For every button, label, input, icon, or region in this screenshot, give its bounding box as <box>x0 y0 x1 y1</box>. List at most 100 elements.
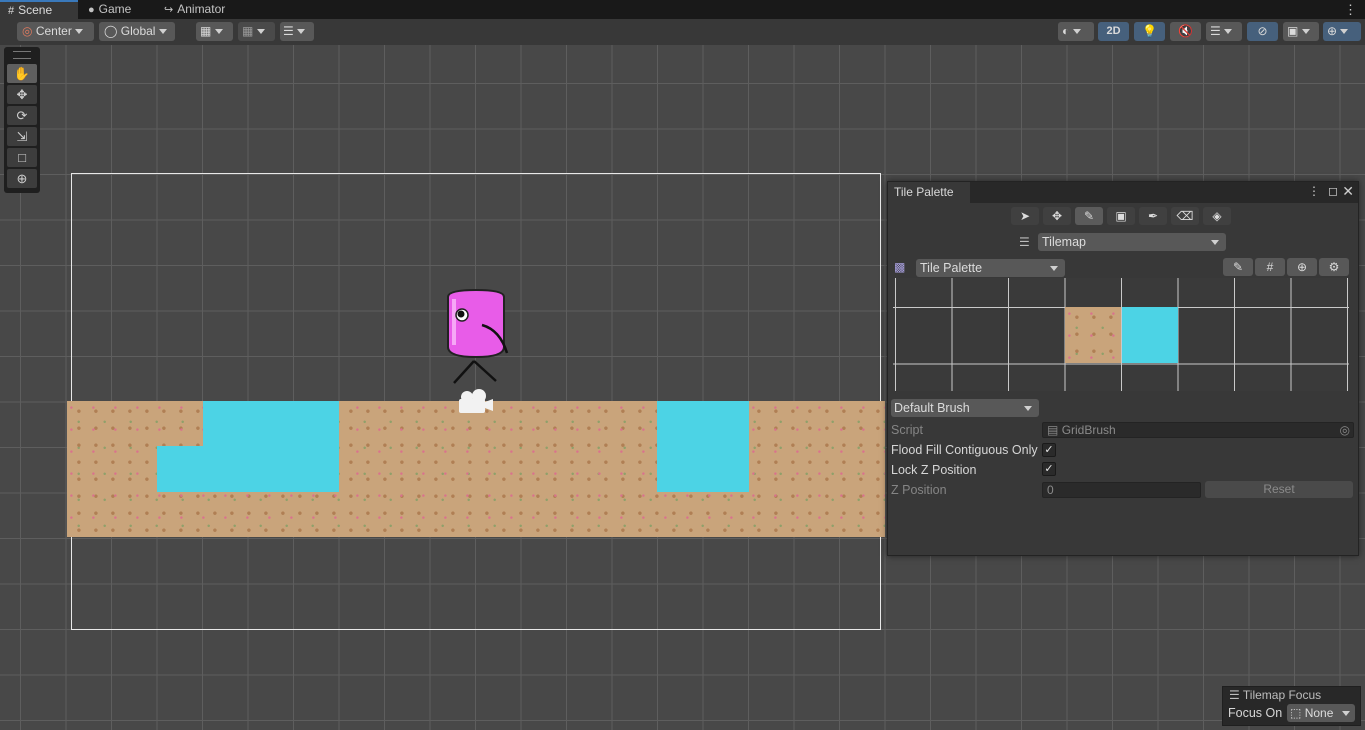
rotate-icon: ⟳ <box>16 108 28 123</box>
pivot-label: Center <box>35 24 72 38</box>
water-tile <box>203 401 339 447</box>
transform-icon: ⊕ <box>16 171 28 186</box>
tilemap-focus-overlay: ☰ Tilemap Focus Focus On ⬚ None <box>1222 686 1361 726</box>
move-tool-button[interactable]: ✥ <box>7 85 37 104</box>
hand-icon: ✋ <box>13 66 31 81</box>
brush-icon: ✎ <box>1083 209 1095 223</box>
lock-z-checkbox[interactable]: ✓ <box>1042 462 1056 476</box>
tab-scene[interactable]: # Scene <box>0 0 78 19</box>
grid-snap-button[interactable]: ▦ <box>196 22 233 41</box>
palette-grid[interactable] <box>893 278 1349 391</box>
effects-dropdown[interactable]: ☰ <box>1206 22 1242 41</box>
rotate-tool-button[interactable]: ⟳ <box>7 106 37 125</box>
layers-icon: ☰ <box>1210 24 1221 38</box>
z-position-label: Z Position <box>891 483 947 497</box>
tab-scene-label: Scene <box>18 3 53 17</box>
grid-icon: # <box>1266 260 1274 274</box>
palette-settings-button[interactable]: ⚙ <box>1319 258 1349 276</box>
edit-palette-button[interactable]: ✎ <box>1223 258 1253 276</box>
tab-game[interactable]: ● Game <box>80 0 158 19</box>
mode-2d-button[interactable]: 2D <box>1098 22 1129 41</box>
drag-handle-icon: ☰ <box>1229 688 1240 702</box>
maximize-icon[interactable]: ◻ <box>1328 184 1338 198</box>
object-picker-icon[interactable]: ◎ <box>1340 423 1350 437</box>
eraser-icon: ⌫ <box>1176 209 1194 223</box>
sphere-icon: ◐ <box>1062 24 1070 38</box>
increment-snap-icon: ▦ <box>242 24 254 38</box>
mode-2d-label: 2D <box>1106 25 1121 37</box>
active-tilemap-label: Tilemap <box>1042 235 1086 249</box>
lock-z-label: Lock Z Position <box>891 463 977 477</box>
gizmos-dropdown[interactable]: ⊕ <box>1323 22 1361 41</box>
flood-fill-checkbox[interactable]: ✓ <box>1042 443 1056 457</box>
space-label: Global <box>120 24 156 38</box>
toggle-gizmos-button[interactable]: ⊕ <box>1287 258 1317 276</box>
z-position-field[interactable]: 0 <box>1042 482 1201 498</box>
hidden-eye-icon: ⊘ <box>1257 24 1268 38</box>
tools-overlay: ✋ ✥ ⟳ ⇲ □ ⊕ <box>4 47 40 193</box>
shading-mode-button[interactable]: ◐ <box>1058 22 1094 41</box>
more-options-icon[interactable]: ⋮ <box>1308 184 1320 198</box>
tile-palette-title: Tile Palette <box>894 185 954 199</box>
gear-icon: ⚙ <box>1328 260 1340 274</box>
scale-tool-button[interactable]: ⇲ <box>7 127 37 146</box>
eraser-tool-button[interactable]: ⌫ <box>1171 207 1199 225</box>
script-label: Script <box>891 423 923 437</box>
brush-label: Default Brush <box>894 401 970 415</box>
tile-palette-tabbar: Tile Palette ⋮ ◻ ✕ <box>888 182 1358 203</box>
gamepad-icon: ● <box>88 4 95 16</box>
move-tool-button[interactable]: ✥ <box>1043 207 1071 225</box>
focus-on-label: Focus On <box>1228 706 1283 720</box>
reset-label: Reset <box>1263 482 1295 496</box>
active-tilemap-dropdown[interactable]: Tilemap <box>1038 233 1226 251</box>
grid-icon: # <box>8 5 15 17</box>
move-icon: ✥ <box>16 87 28 102</box>
transform-tool-button[interactable]: ⊕ <box>7 169 37 188</box>
toggle-grid-button[interactable]: # <box>1255 258 1285 276</box>
audio-toggle[interactable]: 🔇 <box>1170 22 1201 41</box>
move-icon: ✥ <box>1051 209 1063 223</box>
lighting-toggle[interactable]: 💡 <box>1134 22 1165 41</box>
close-icon[interactable]: ✕ <box>1342 183 1354 200</box>
camera-gizmo-icon[interactable] <box>455 387 495 415</box>
tilemap-focus-header[interactable]: ☰ Tilemap Focus <box>1229 688 1321 702</box>
tab-animator-label: Animator <box>177 2 226 16</box>
layers-icon: ☰ <box>1019 235 1030 249</box>
script-field[interactable]: ▤ GridBrush ◎ <box>1042 422 1354 438</box>
camera-icon: ▣ <box>1287 24 1299 38</box>
space-dropdown[interactable]: ◯ Global <box>99 22 175 41</box>
more-options-icon[interactable]: ⋮ <box>1344 2 1357 18</box>
water-tile <box>157 446 339 492</box>
tab-animator[interactable]: ↪ Animator <box>156 0 246 19</box>
increment-snap-button[interactable]: ▦ <box>238 22 275 41</box>
animator-icon: ↪ <box>164 4 174 16</box>
camera-dropdown[interactable]: ▣ <box>1283 22 1319 41</box>
player-character[interactable] <box>440 285 520 390</box>
brush-dropdown[interactable]: Default Brush <box>891 399 1039 417</box>
drag-handle-icon[interactable] <box>13 51 31 59</box>
sand-tile[interactable] <box>1065 307 1121 363</box>
paint-tool-button[interactable]: ✎ <box>1075 207 1103 225</box>
picker-tool-button[interactable]: ✒ <box>1139 207 1167 225</box>
water-tile <box>657 401 749 492</box>
box-fill-tool-button[interactable]: ▣ <box>1107 207 1135 225</box>
palette-dropdown[interactable]: Tile Palette <box>916 259 1065 277</box>
paint-bucket-icon: ◈ <box>1212 209 1222 223</box>
visibility-toggle[interactable]: ⊘ <box>1247 22 1278 41</box>
arrow-icon: ➤ <box>1019 209 1031 223</box>
water-tile[interactable] <box>1122 307 1178 363</box>
scene-toolbar: ◎ Center ◯ Global ▦ ▦ ☰ ◐ 2D 💡 🔇 ☰ ⊘ ▣ ⊕ <box>0 19 1365 46</box>
pivot-icon: ◎ <box>22 24 33 38</box>
focus-on-dropdown[interactable]: ⬚ None <box>1287 704 1355 722</box>
select-tool-button[interactable]: ➤ <box>1011 207 1039 225</box>
reset-button[interactable]: Reset <box>1205 481 1353 498</box>
rect-tool-button[interactable]: □ <box>7 148 37 167</box>
ruler-button[interactable]: ☰ <box>280 22 314 41</box>
pivot-dropdown[interactable]: ◎ Center <box>17 22 94 41</box>
z-position-value: 0 <box>1047 483 1054 497</box>
script-icon: ▤ <box>1047 423 1059 437</box>
flood-fill-label: Flood Fill Contiguous Only <box>891 443 1038 457</box>
hand-tool-button[interactable]: ✋ <box>7 64 37 83</box>
fill-tool-button[interactable]: ◈ <box>1203 207 1231 225</box>
tile-palette-tab[interactable]: Tile Palette <box>888 182 970 203</box>
